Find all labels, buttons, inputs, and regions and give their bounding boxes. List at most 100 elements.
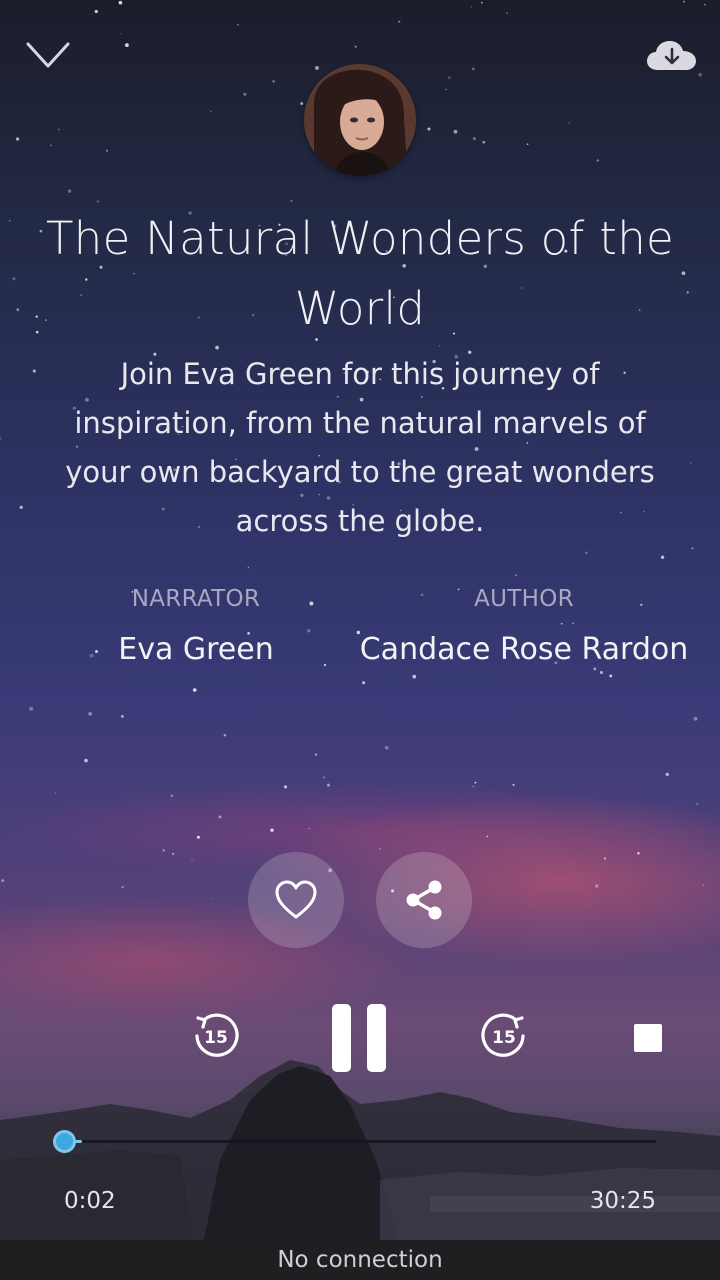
forward-seconds-label: 15 <box>492 1027 516 1048</box>
star <box>121 885 124 889</box>
star <box>314 753 318 756</box>
author-name[interactable]: Candace Rose Rardon <box>344 632 704 667</box>
narrator-label: NARRATOR <box>131 586 261 612</box>
star <box>118 0 123 5</box>
star <box>67 189 72 193</box>
star <box>29 706 34 711</box>
star <box>162 849 165 852</box>
player-screen: The Natural Wonders of the World Join Ev… <box>0 0 720 1280</box>
star <box>682 0 686 3</box>
star <box>88 712 92 716</box>
star <box>210 110 212 113</box>
star <box>472 137 476 141</box>
star <box>124 43 129 48</box>
pause-button[interactable] <box>324 998 394 1078</box>
star <box>640 603 643 606</box>
star <box>412 674 417 679</box>
star <box>1 879 5 883</box>
star <box>526 143 529 145</box>
star <box>438 345 441 347</box>
star <box>568 122 571 124</box>
star <box>84 758 88 763</box>
star <box>94 9 98 14</box>
star <box>300 102 304 105</box>
star <box>218 815 222 819</box>
star <box>482 140 486 144</box>
star <box>453 129 458 134</box>
star <box>272 80 276 83</box>
share-button[interactable] <box>376 852 472 948</box>
star <box>693 716 698 721</box>
star <box>12 277 16 281</box>
star <box>609 674 613 678</box>
star <box>32 369 36 373</box>
star <box>515 574 518 577</box>
narrator-portrait <box>304 64 416 176</box>
star <box>0 437 2 440</box>
star <box>572 622 574 624</box>
star <box>486 835 489 838</box>
forward-15-button[interactable]: 15 <box>478 1010 530 1062</box>
narrator-name[interactable]: Eva Green <box>76 632 316 667</box>
star <box>696 803 699 806</box>
star <box>283 785 288 789</box>
star <box>327 783 330 787</box>
collapse-button[interactable] <box>22 36 76 76</box>
star <box>480 1 483 4</box>
star <box>384 745 389 750</box>
rewind-15-button[interactable]: 15 <box>190 1010 242 1062</box>
star <box>379 848 381 850</box>
star <box>472 67 475 71</box>
total-duration: 30:25 <box>589 1188 656 1214</box>
star <box>593 667 597 671</box>
star <box>322 776 326 779</box>
star <box>105 149 108 152</box>
star <box>120 32 123 35</box>
star <box>512 783 515 787</box>
star <box>243 92 247 96</box>
star <box>691 547 694 550</box>
star <box>323 663 327 667</box>
stop-icon <box>634 1024 662 1052</box>
star <box>585 551 588 555</box>
star <box>596 159 599 162</box>
star <box>398 20 401 23</box>
star <box>354 45 357 48</box>
star <box>192 688 197 692</box>
star <box>665 772 669 777</box>
rewind-seconds-label: 15 <box>204 1027 228 1048</box>
star <box>290 199 293 203</box>
star <box>54 792 57 794</box>
star <box>211 898 213 900</box>
star <box>595 884 599 888</box>
like-button[interactable] <box>248 852 344 948</box>
star <box>448 76 451 79</box>
star <box>599 670 603 675</box>
star <box>50 144 52 147</box>
star <box>690 462 692 464</box>
star <box>196 835 200 839</box>
star <box>560 622 563 625</box>
star <box>121 715 124 718</box>
stop-button[interactable] <box>628 1018 668 1058</box>
star <box>19 505 23 509</box>
star <box>35 330 39 334</box>
progress-bar[interactable] <box>53 1130 656 1153</box>
star <box>472 785 475 788</box>
star <box>309 601 314 606</box>
narrator-avatar <box>304 64 416 176</box>
author-label: AUTHOR <box>474 586 574 612</box>
star <box>35 315 38 318</box>
star <box>308 827 311 830</box>
star <box>474 781 477 784</box>
star <box>191 860 193 862</box>
star <box>96 200 100 203</box>
progress-thumb[interactable] <box>53 1130 76 1153</box>
download-button[interactable] <box>644 38 700 76</box>
star <box>16 308 20 312</box>
star <box>681 271 686 276</box>
star <box>362 681 366 685</box>
star <box>57 128 60 131</box>
star <box>603 857 607 860</box>
star <box>247 566 250 569</box>
